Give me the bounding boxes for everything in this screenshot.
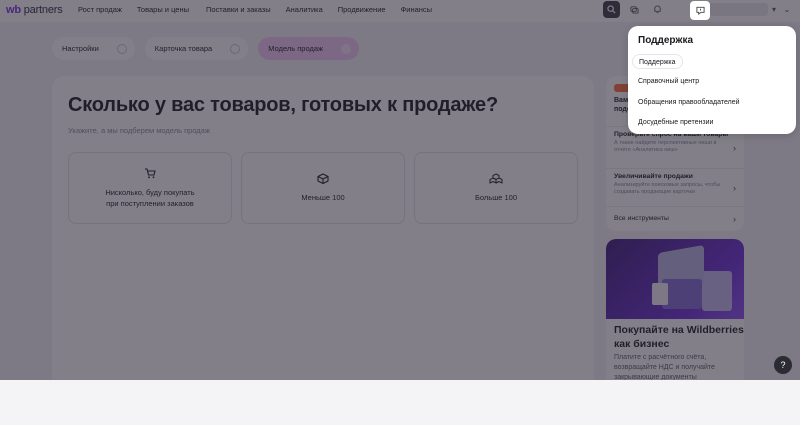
support-icon[interactable] bbox=[690, 1, 710, 20]
wb-partners-logo[interactable]: wb partners bbox=[6, 4, 63, 16]
chevron-right-icon: › bbox=[733, 213, 736, 224]
page-title: Сколько у вас товаров, готовых к продаже… bbox=[68, 94, 498, 116]
option-label: Нисколько, буду покупать при поступлении… bbox=[105, 187, 194, 209]
business-promo-desc: Платите с расчётного счёта, возвращайте … bbox=[614, 354, 715, 380]
business-promo-title: Покупайте на Wildberries как бизнес bbox=[614, 324, 744, 350]
steps-breadcrumb: Настройки Карточка товара Модель продаж bbox=[52, 37, 360, 60]
option-label: Меньше 100 bbox=[301, 193, 345, 202]
nav-item-analytics[interactable]: Аналитика bbox=[286, 5, 323, 14]
tool-all-tools[interactable]: Все инструменты › bbox=[606, 206, 744, 230]
logo-wb: wb bbox=[6, 4, 21, 16]
box-icon bbox=[317, 173, 329, 187]
main-nav: Рост продаж Товары и цены Поставки и зак… bbox=[78, 5, 447, 14]
step-label: Модель продаж bbox=[268, 44, 324, 53]
step-sales-model[interactable]: Модель продаж bbox=[258, 37, 360, 60]
top-header: wb partners Рост продаж Товары и цены По… bbox=[0, 0, 800, 22]
support-icon-placeholder bbox=[672, 1, 692, 18]
option-none[interactable]: Нисколько, буду покупать при поступлении… bbox=[68, 152, 232, 224]
promo-box-base-shape bbox=[662, 279, 702, 309]
tool-title: Увеличивайте продажи bbox=[614, 173, 693, 180]
nav-item-supplies[interactable]: Поставки и заказы bbox=[206, 5, 271, 14]
step-product-card[interactable]: Карточка товара bbox=[144, 37, 249, 60]
tool-desc: А также найдите перспективные ниши в отч… bbox=[614, 140, 717, 153]
promo-bag-shape bbox=[652, 283, 668, 305]
search-icon[interactable] bbox=[602, 1, 620, 18]
support-menu-item-support[interactable]: Поддержка bbox=[632, 54, 683, 69]
promo-card-shape bbox=[702, 271, 732, 311]
support-menu-item-rightholders[interactable]: Обращения правообладателей bbox=[632, 95, 746, 110]
option-label-line1: Нисколько, буду покупать bbox=[105, 187, 195, 197]
tool-desc: Анализируйте поисковые запросы, чтобы со… bbox=[614, 182, 721, 195]
step-settings[interactable]: Настройки bbox=[52, 37, 135, 60]
tool-increase-sales[interactable]: Увеличивайте продажи Анализируйте поиско… bbox=[606, 168, 744, 206]
user-menu-caret-icon[interactable]: ▾ bbox=[772, 5, 776, 14]
support-menu-item-help-center[interactable]: Справочный центр bbox=[632, 74, 705, 89]
nav-item-growth[interactable]: Рост продаж bbox=[78, 5, 122, 14]
business-promo-card[interactable]: Покупайте на Wildberries как бизнес Плат… bbox=[606, 239, 744, 380]
option-label-line2: при поступлении заказов bbox=[106, 198, 194, 208]
step-check-icon bbox=[116, 43, 127, 54]
support-dropdown-title: Поддержка bbox=[638, 35, 694, 46]
tool-title: Все инструменты bbox=[614, 215, 669, 222]
support-dropdown: Поддержка Поддержка Справочный центр Обр… bbox=[628, 26, 796, 134]
support-menu-item-claims[interactable]: Досудебные претензии bbox=[632, 115, 719, 130]
boxes-icon bbox=[489, 173, 503, 187]
step-label: Карточка товара bbox=[154, 44, 213, 53]
chat-icon[interactable] bbox=[626, 1, 643, 18]
nav-item-products[interactable]: Товары и цены bbox=[137, 5, 189, 14]
bottom-strip bbox=[0, 380, 800, 425]
step-label: Настройки bbox=[62, 44, 99, 53]
step-check-icon bbox=[341, 43, 352, 54]
nav-item-finance[interactable]: Финансы bbox=[401, 5, 433, 14]
logo-partners: partners bbox=[23, 4, 63, 16]
nav-item-promotion[interactable]: Продвижение bbox=[338, 5, 386, 14]
page-subtitle: Укажите, а мы подберем модель продаж bbox=[68, 126, 210, 135]
option-label: Больше 100 bbox=[475, 193, 517, 202]
business-promo-image bbox=[606, 239, 744, 319]
chevron-right-icon: › bbox=[733, 182, 736, 193]
chevron-right-icon: › bbox=[733, 142, 736, 153]
step-check-icon bbox=[230, 43, 241, 54]
option-more-100[interactable]: Больше 100 bbox=[414, 152, 578, 224]
option-less-100[interactable]: Меньше 100 bbox=[241, 152, 405, 224]
chevron-down-icon[interactable]: ⌄ bbox=[780, 3, 794, 17]
help-question-icon[interactable]: ? bbox=[774, 356, 792, 374]
sales-model-card: Сколько у вас товаров, готовых к продаже… bbox=[52, 76, 594, 380]
bell-icon[interactable] bbox=[649, 1, 666, 18]
cart-icon bbox=[144, 167, 156, 182]
